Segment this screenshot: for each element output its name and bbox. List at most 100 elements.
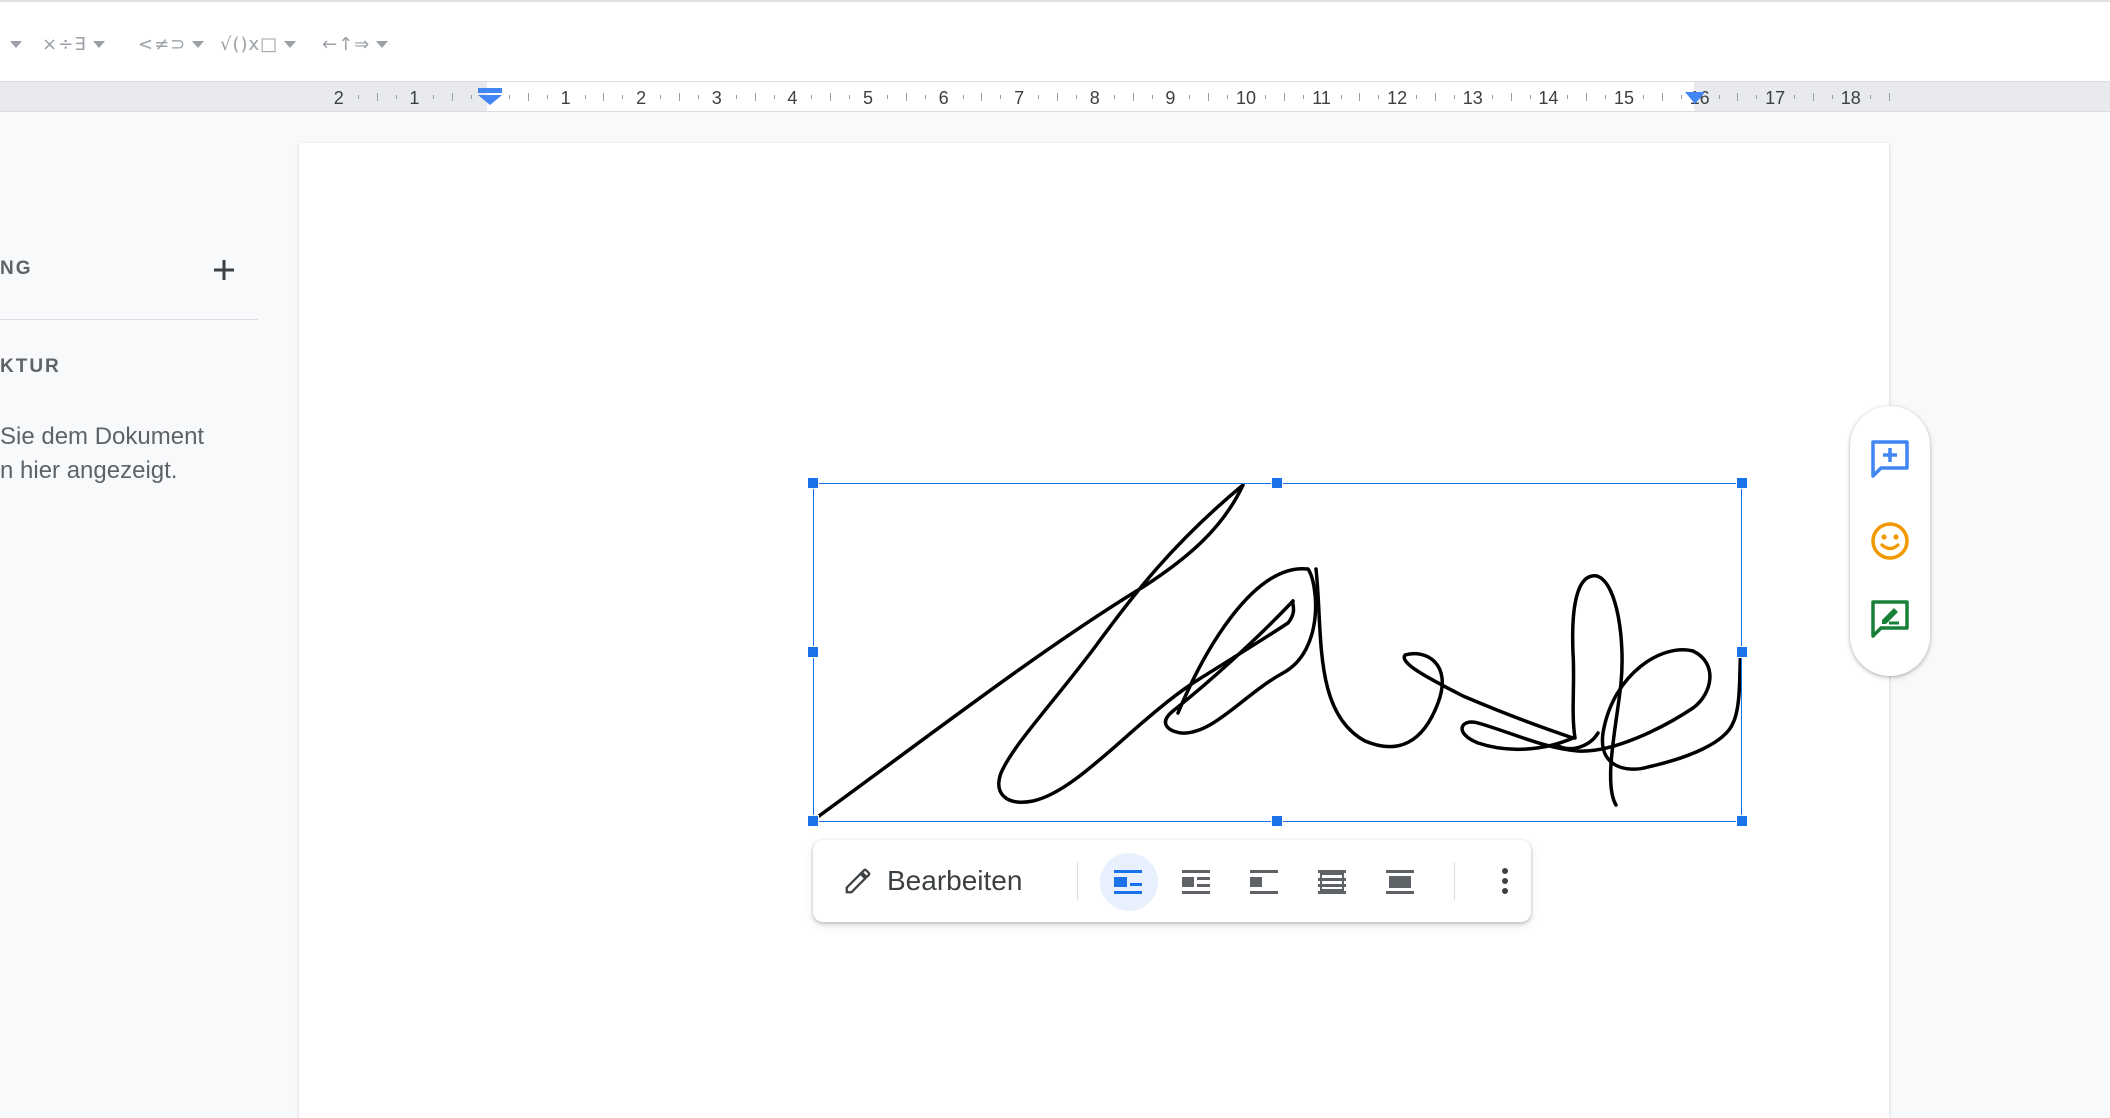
ruler-label: 17	[1765, 88, 1786, 108]
resize-handle-top-left[interactable]	[807, 477, 819, 489]
ruler-label: 2	[636, 88, 647, 108]
ruler-label: 4	[787, 88, 798, 108]
ruler-label: 1	[409, 88, 420, 108]
add-summary-icon[interactable]	[210, 256, 238, 284]
caret-down-icon	[376, 40, 389, 48]
ruler-label: 9	[1165, 88, 1176, 108]
symbol-relations-dropdown[interactable]: ×÷∃	[42, 32, 105, 56]
ruler-tick	[584, 95, 586, 99]
ruler-label: 14	[1538, 88, 1559, 108]
edit-drawing-button[interactable]: Bearbeiten	[833, 856, 1032, 906]
document-page[interactable]: Bearbeiten	[299, 143, 1889, 1118]
wrap-inline-button[interactable]	[1100, 853, 1158, 911]
add-emoji-reaction-button[interactable]	[1867, 518, 1913, 564]
ruler-tick	[1416, 95, 1418, 99]
symbol-comparisons-dropdown[interactable]: <≠⊃	[138, 32, 205, 56]
ruler-label: 2	[333, 88, 344, 108]
behind-text-icon	[1318, 870, 1346, 894]
pencil-icon	[845, 868, 871, 894]
symbol-relations-label: ×÷∃	[42, 33, 87, 55]
ruler-tick	[471, 95, 473, 99]
caret-down-icon	[10, 40, 22, 48]
ruler-tick	[1227, 95, 1229, 99]
outline-hint-text: Sie dem Dokument n hier angezeigt.	[0, 420, 204, 488]
ruler-tick	[1605, 95, 1607, 99]
toolbar-separator	[1077, 862, 1078, 900]
symbol-math-dropdown[interactable]: √()x□	[220, 32, 297, 56]
left-indent-marker-icon[interactable]	[477, 88, 503, 106]
ruler-tick	[1794, 95, 1796, 99]
emoji-icon	[1871, 522, 1909, 560]
toolbar-overflow-dropdown[interactable]	[4, 32, 22, 56]
ruler-label: 6	[938, 88, 949, 108]
ruler-tick	[1831, 95, 1833, 99]
resize-handle-bottom[interactable]	[1271, 815, 1283, 827]
ruler-tick	[1359, 93, 1361, 101]
ruler-tick	[1888, 93, 1890, 101]
ruler-tick	[1038, 95, 1040, 99]
ruler-tick	[508, 95, 510, 99]
ruler-tick	[1340, 95, 1342, 99]
ruler-tick	[981, 93, 983, 101]
toolbar: ×÷∃ <≠⊃ √()x□ ←↑⇒	[0, 0, 2110, 82]
ruler-tick	[376, 93, 378, 101]
wrap-text-icon	[1182, 870, 1210, 894]
resize-handle-bottom-right[interactable]	[1736, 815, 1748, 827]
symbol-arrows-dropdown[interactable]: ←↑⇒	[322, 32, 389, 56]
ruler-label: 3	[711, 88, 722, 108]
in-front-of-text-button[interactable]	[1372, 853, 1430, 911]
ruler-tick	[1208, 93, 1210, 101]
ruler-tick	[1869, 95, 1871, 99]
suggest-edits-button[interactable]	[1867, 596, 1913, 642]
ruler-tick	[1756, 95, 1758, 99]
ruler-tick	[1075, 95, 1077, 99]
ruler-tick	[357, 95, 359, 99]
ruler-label: 10	[1235, 88, 1257, 108]
image-options-toolbar: Bearbeiten	[813, 840, 1531, 922]
ruler-tick	[452, 93, 454, 101]
ruler-label: 7	[1014, 88, 1025, 108]
ruler-tick	[1661, 93, 1663, 101]
break-text-button[interactable]	[1236, 853, 1294, 911]
right-indent-marker-icon[interactable]	[1684, 91, 1706, 105]
ruler-tick	[1586, 93, 1588, 101]
ruler-tick	[886, 95, 888, 99]
resize-handle-top[interactable]	[1271, 477, 1283, 489]
ruler-tick	[1567, 95, 1569, 99]
ruler-tick	[1813, 93, 1814, 101]
ruler-tick	[1529, 95, 1531, 99]
symbol-comparisons-label: <≠⊃	[138, 33, 187, 55]
ruler[interactable]: 21123456789101112131415161718	[0, 82, 2110, 112]
ruler-label: 8	[1089, 88, 1100, 108]
ruler-tick	[905, 93, 907, 101]
resize-handle-right[interactable]	[1736, 646, 1748, 658]
caret-down-icon	[92, 40, 105, 48]
suggest-edits-icon	[1871, 600, 1909, 638]
symbol-arrows-label: ←↑⇒	[322, 33, 371, 55]
ruler-tick	[962, 95, 964, 99]
ruler-tick	[527, 93, 529, 101]
resize-handle-bottom-left[interactable]	[807, 815, 819, 827]
wrap-text-button[interactable]	[1168, 853, 1226, 911]
ruler-tick	[1000, 95, 1002, 99]
resize-handle-top-right[interactable]	[1736, 477, 1748, 489]
ruler-tick	[1057, 93, 1058, 101]
ruler-tick	[754, 93, 756, 101]
ruler-tick	[735, 95, 737, 99]
ruler-label: 5	[862, 88, 874, 108]
caret-down-icon	[284, 40, 297, 48]
ruler-tick	[924, 95, 926, 99]
ruler-tick	[395, 95, 397, 99]
ruler-tick	[622, 95, 624, 99]
behind-text-button[interactable]	[1304, 853, 1362, 911]
ruler-tick	[1264, 95, 1266, 99]
more-options-button[interactable]	[1485, 858, 1525, 904]
ruler-tick	[1151, 95, 1153, 99]
resize-handle-left[interactable]	[807, 646, 819, 658]
outline-structure-heading: KTUR	[0, 356, 61, 377]
outline-hint-line-1: Sie dem Dokument	[0, 423, 205, 450]
edit-drawing-label: Bearbeiten	[887, 865, 1023, 896]
add-comment-button[interactable]	[1867, 436, 1913, 482]
floating-actions-panel	[1850, 406, 1930, 676]
ruler-tick	[1510, 93, 1512, 101]
